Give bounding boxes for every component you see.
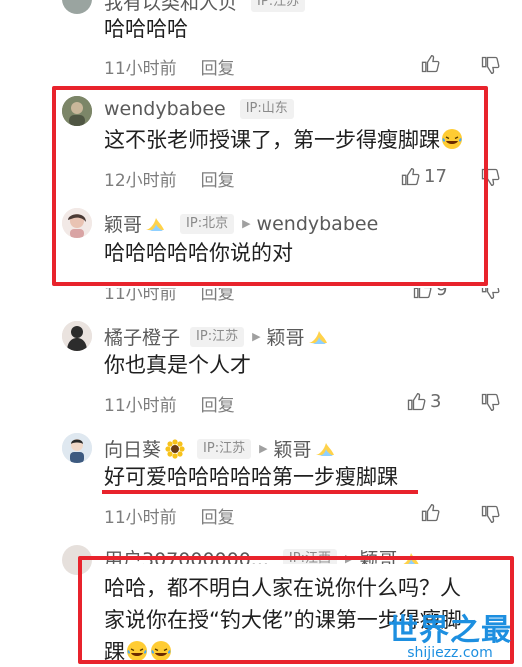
comment-text: 哈哈哈哈	[104, 17, 188, 41]
reply-button[interactable]: 回复	[201, 54, 235, 79]
comment-info: 11小时前 回复	[104, 54, 235, 79]
highlight-underline	[102, 490, 418, 494]
reply-target-name[interactable]: 颖哥	[267, 323, 305, 350]
like-button[interactable]: 3	[406, 391, 441, 412]
site-watermark: 世界之最 shijiezz.com	[388, 605, 512, 661]
watermark-title: 世界之最	[388, 613, 512, 648]
thumbs-down-icon[interactable]	[480, 55, 500, 75]
thumbs-up-icon	[407, 392, 426, 410]
comment-info: 11小时前 回复	[104, 503, 235, 528]
comment-meta: 向日葵 IP:江苏 ▶ 颖哥	[104, 435, 336, 462]
like-button[interactable]	[420, 54, 440, 74]
thumbs-down-icon[interactable]	[480, 504, 500, 524]
username[interactable]: 我有以类和人贝	[104, 0, 237, 15]
timestamp: 11小时前	[104, 508, 177, 528]
username[interactable]: 向日葵	[104, 435, 161, 462]
reply-arrow-icon: ▶	[252, 330, 261, 343]
avatar[interactable]	[62, 321, 92, 351]
timestamp: 11小时前	[104, 59, 177, 79]
like-count: 3	[430, 391, 442, 412]
sunflower-icon	[165, 438, 185, 459]
comment-meta: 橘子橙子 IP:江苏 ▶ 颖哥	[104, 323, 329, 350]
like-button[interactable]	[420, 503, 440, 523]
reply-target-name[interactable]: 颖哥	[274, 435, 312, 462]
timestamp: 11小时前	[104, 396, 177, 416]
comment-text: 你也真是个人才	[104, 353, 251, 377]
avatar[interactable]	[62, 433, 92, 463]
thumbs-up-icon	[421, 503, 440, 522]
avatar-image-icon	[62, 321, 92, 351]
reply-arrow-icon: ▶	[259, 442, 268, 455]
reply-button[interactable]: 回复	[201, 391, 235, 416]
username[interactable]: 橘子橙子	[104, 323, 180, 350]
ip-badge: IP:江苏	[197, 438, 252, 459]
highlight-box	[52, 86, 488, 286]
comment-info: 11小时前 回复	[104, 391, 235, 416]
hot-badge-icon	[315, 442, 334, 456]
avatar[interactable]	[62, 0, 92, 14]
avatar-image-icon	[62, 433, 92, 463]
comment-text: 好可爱哈哈哈哈哈第一步瘦脚踝	[104, 465, 398, 489]
comment-meta: 我有以类和人贝 IP:江苏	[104, 0, 306, 15]
ip-badge: IP:江苏	[251, 0, 306, 12]
thumbs-down-icon[interactable]	[480, 392, 500, 412]
ip-badge: IP:江苏	[190, 326, 245, 347]
hot-badge-icon	[308, 330, 327, 344]
reply-button[interactable]: 回复	[201, 503, 235, 528]
thumbs-up-icon	[421, 54, 440, 73]
